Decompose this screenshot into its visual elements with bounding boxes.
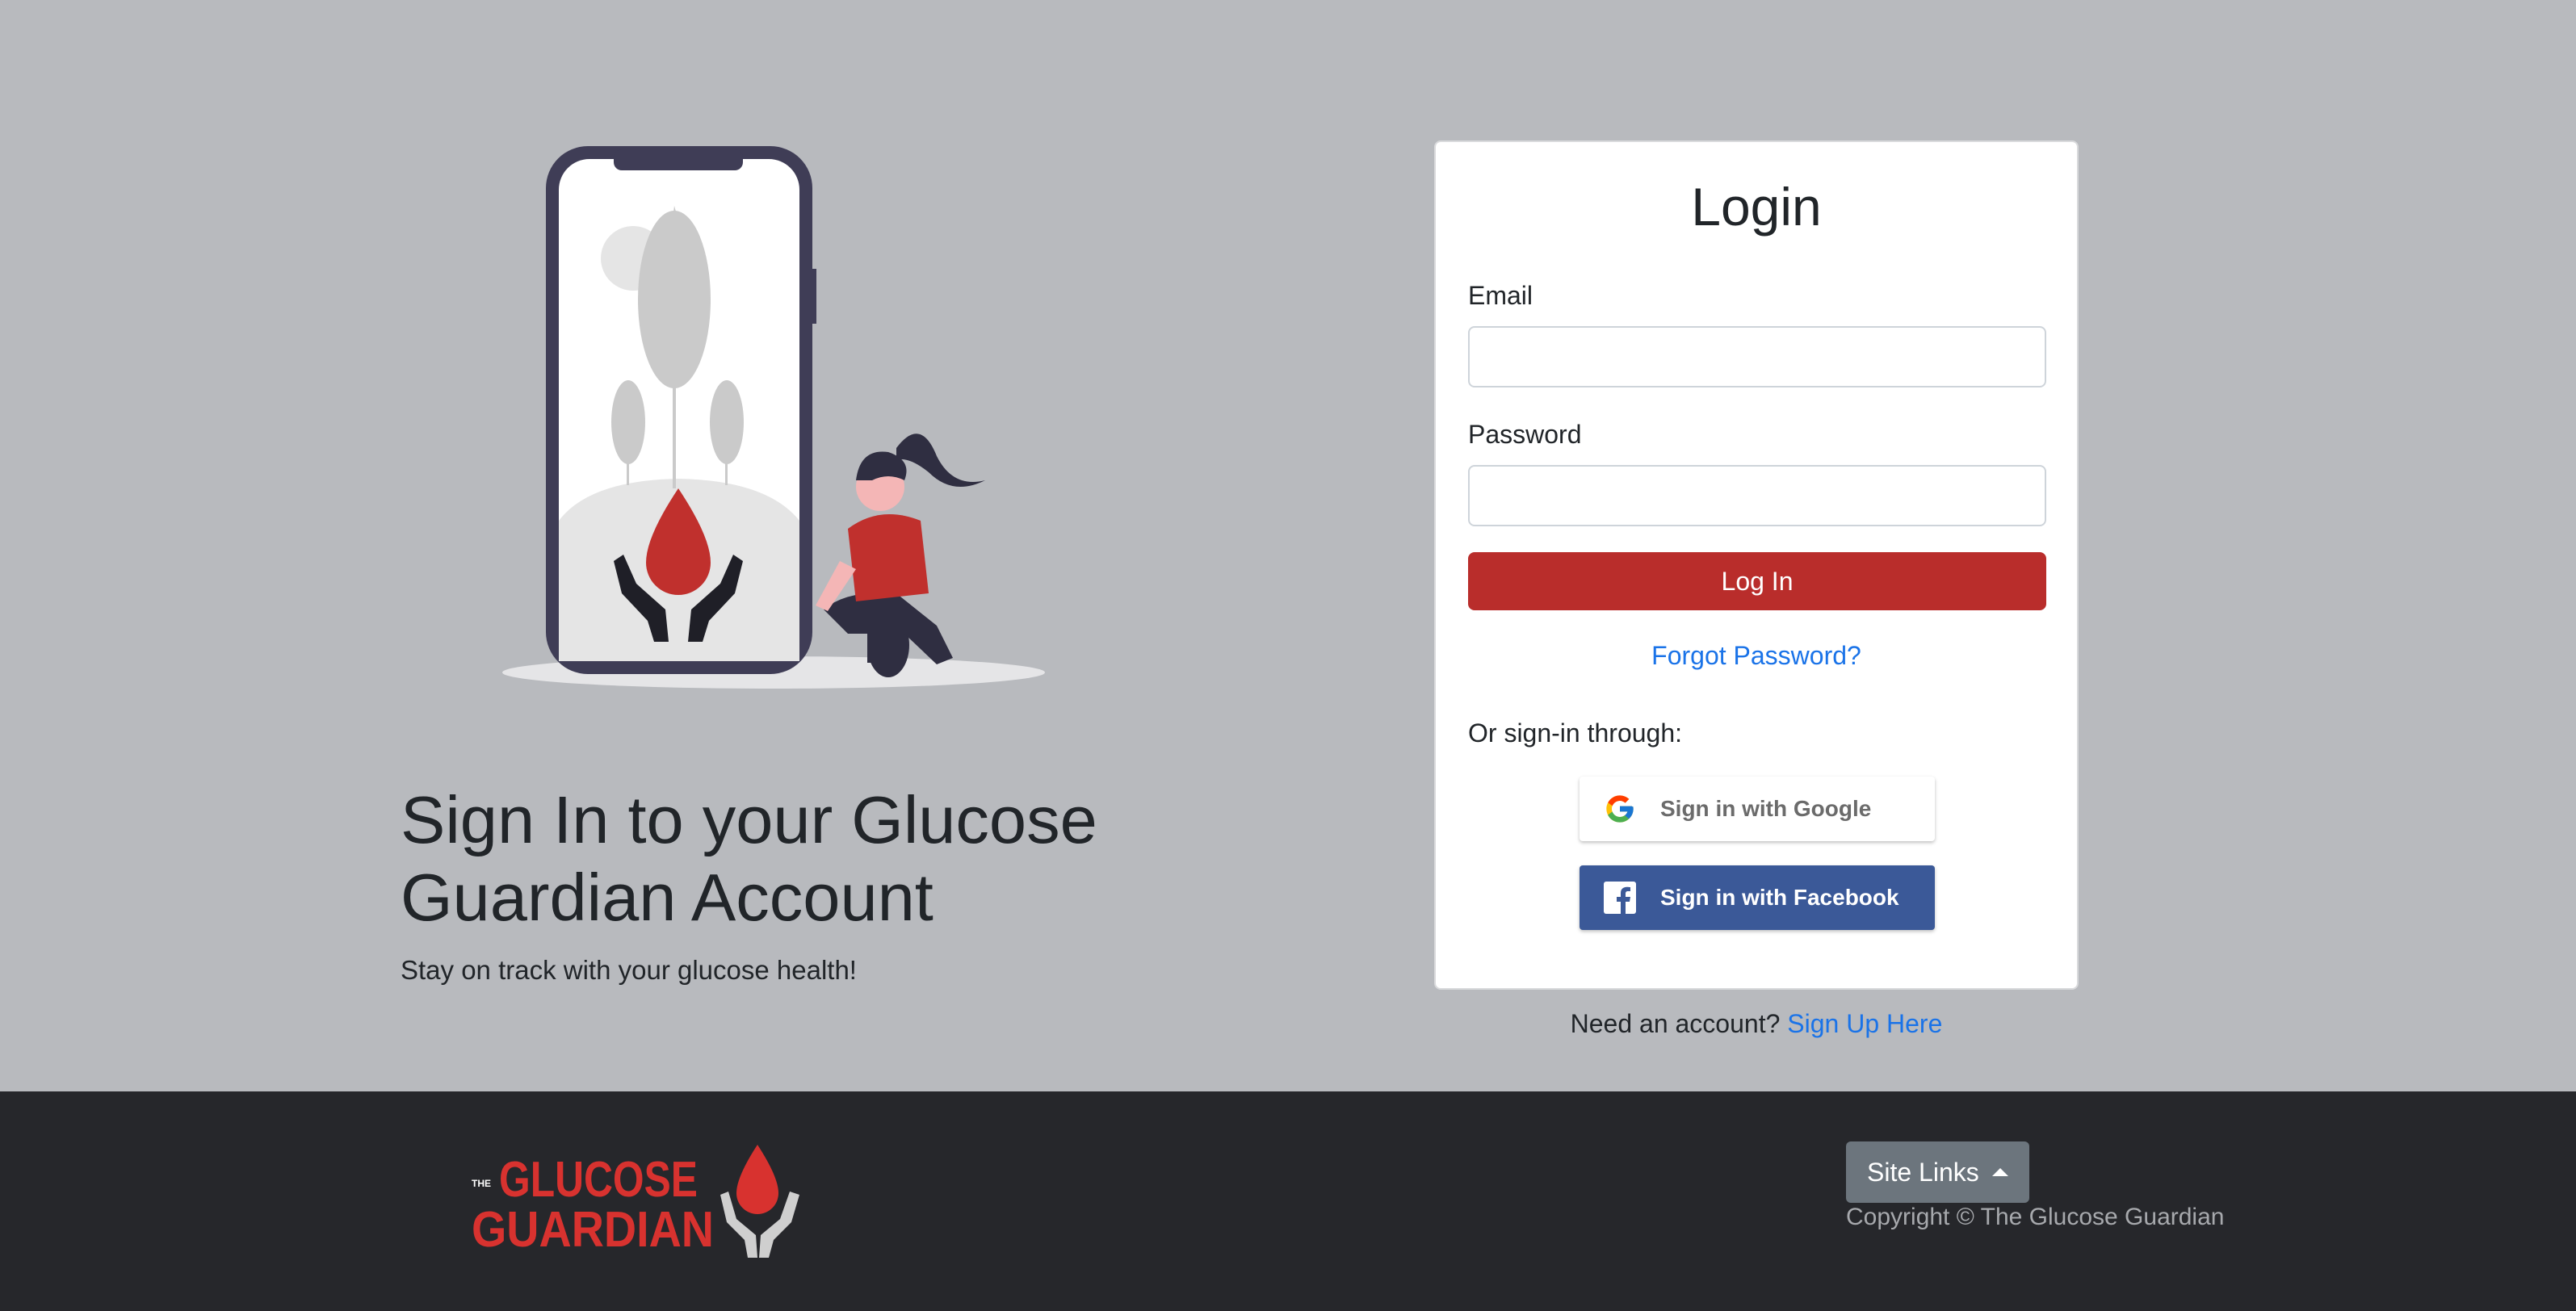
facebook-sign-in-label: Sign in with Facebook	[1660, 885, 1899, 910]
sign-up-link[interactable]: Sign Up Here	[1787, 1009, 1942, 1038]
site-links-button[interactable]: Site Links	[1846, 1141, 2029, 1203]
log-in-button[interactable]: Log In	[1468, 552, 2046, 610]
forgot-password-row: Forgot Password?	[1436, 639, 2077, 672]
site-links-label: Site Links	[1867, 1157, 1979, 1187]
hero-subtitle: Stay on track with your glucose health!	[401, 955, 857, 985]
login-title: Login	[1691, 177, 1822, 237]
forgot-password-link[interactable]: Forgot Password?	[1651, 641, 1861, 670]
facebook-sign-in-button[interactable]: Sign in with Facebook	[1580, 865, 1935, 930]
google-sign-in-label: Sign in with Google	[1660, 796, 1872, 821]
password-label: Password	[1468, 420, 1582, 449]
logo-text-line1: GLUCOSE	[499, 1152, 698, 1208]
main-section: Sign In to your Glucose Guardian Account…	[0, 0, 2576, 1091]
password-field[interactable]	[1468, 465, 2046, 526]
google-icon	[1606, 795, 1634, 823]
logo-drop-icon	[736, 1145, 778, 1214]
facebook-icon	[1604, 882, 1636, 914]
signup-prompt: Need an account? Sign Up Here	[1434, 1007, 2079, 1040]
login-card: Login Email Password Log In Forgot Passw…	[1434, 140, 2079, 990]
logo-text-line2: GUARDIAN	[472, 1202, 714, 1258]
glucose-guardian-logo[interactable]: THE GLUCOSE GUARDIAN	[468, 1145, 808, 1258]
copyright-text: Copyright © The Glucose Guardian	[1846, 1204, 2225, 1230]
google-sign-in-button[interactable]: Sign in with Google	[1580, 777, 1935, 841]
email-field[interactable]	[1468, 326, 2046, 387]
caret-up-icon	[1991, 1168, 2008, 1176]
or-sign-in-text: Or sign-in through:	[1468, 718, 1683, 748]
hero-illustration	[502, 146, 1045, 689]
logo-text-top: THE	[472, 1178, 491, 1189]
signup-prompt-text: Need an account?	[1570, 1009, 1781, 1038]
hero-title: Sign In to your Glucose Guardian Account	[401, 782, 1097, 935]
email-label: Email	[1468, 281, 1533, 310]
